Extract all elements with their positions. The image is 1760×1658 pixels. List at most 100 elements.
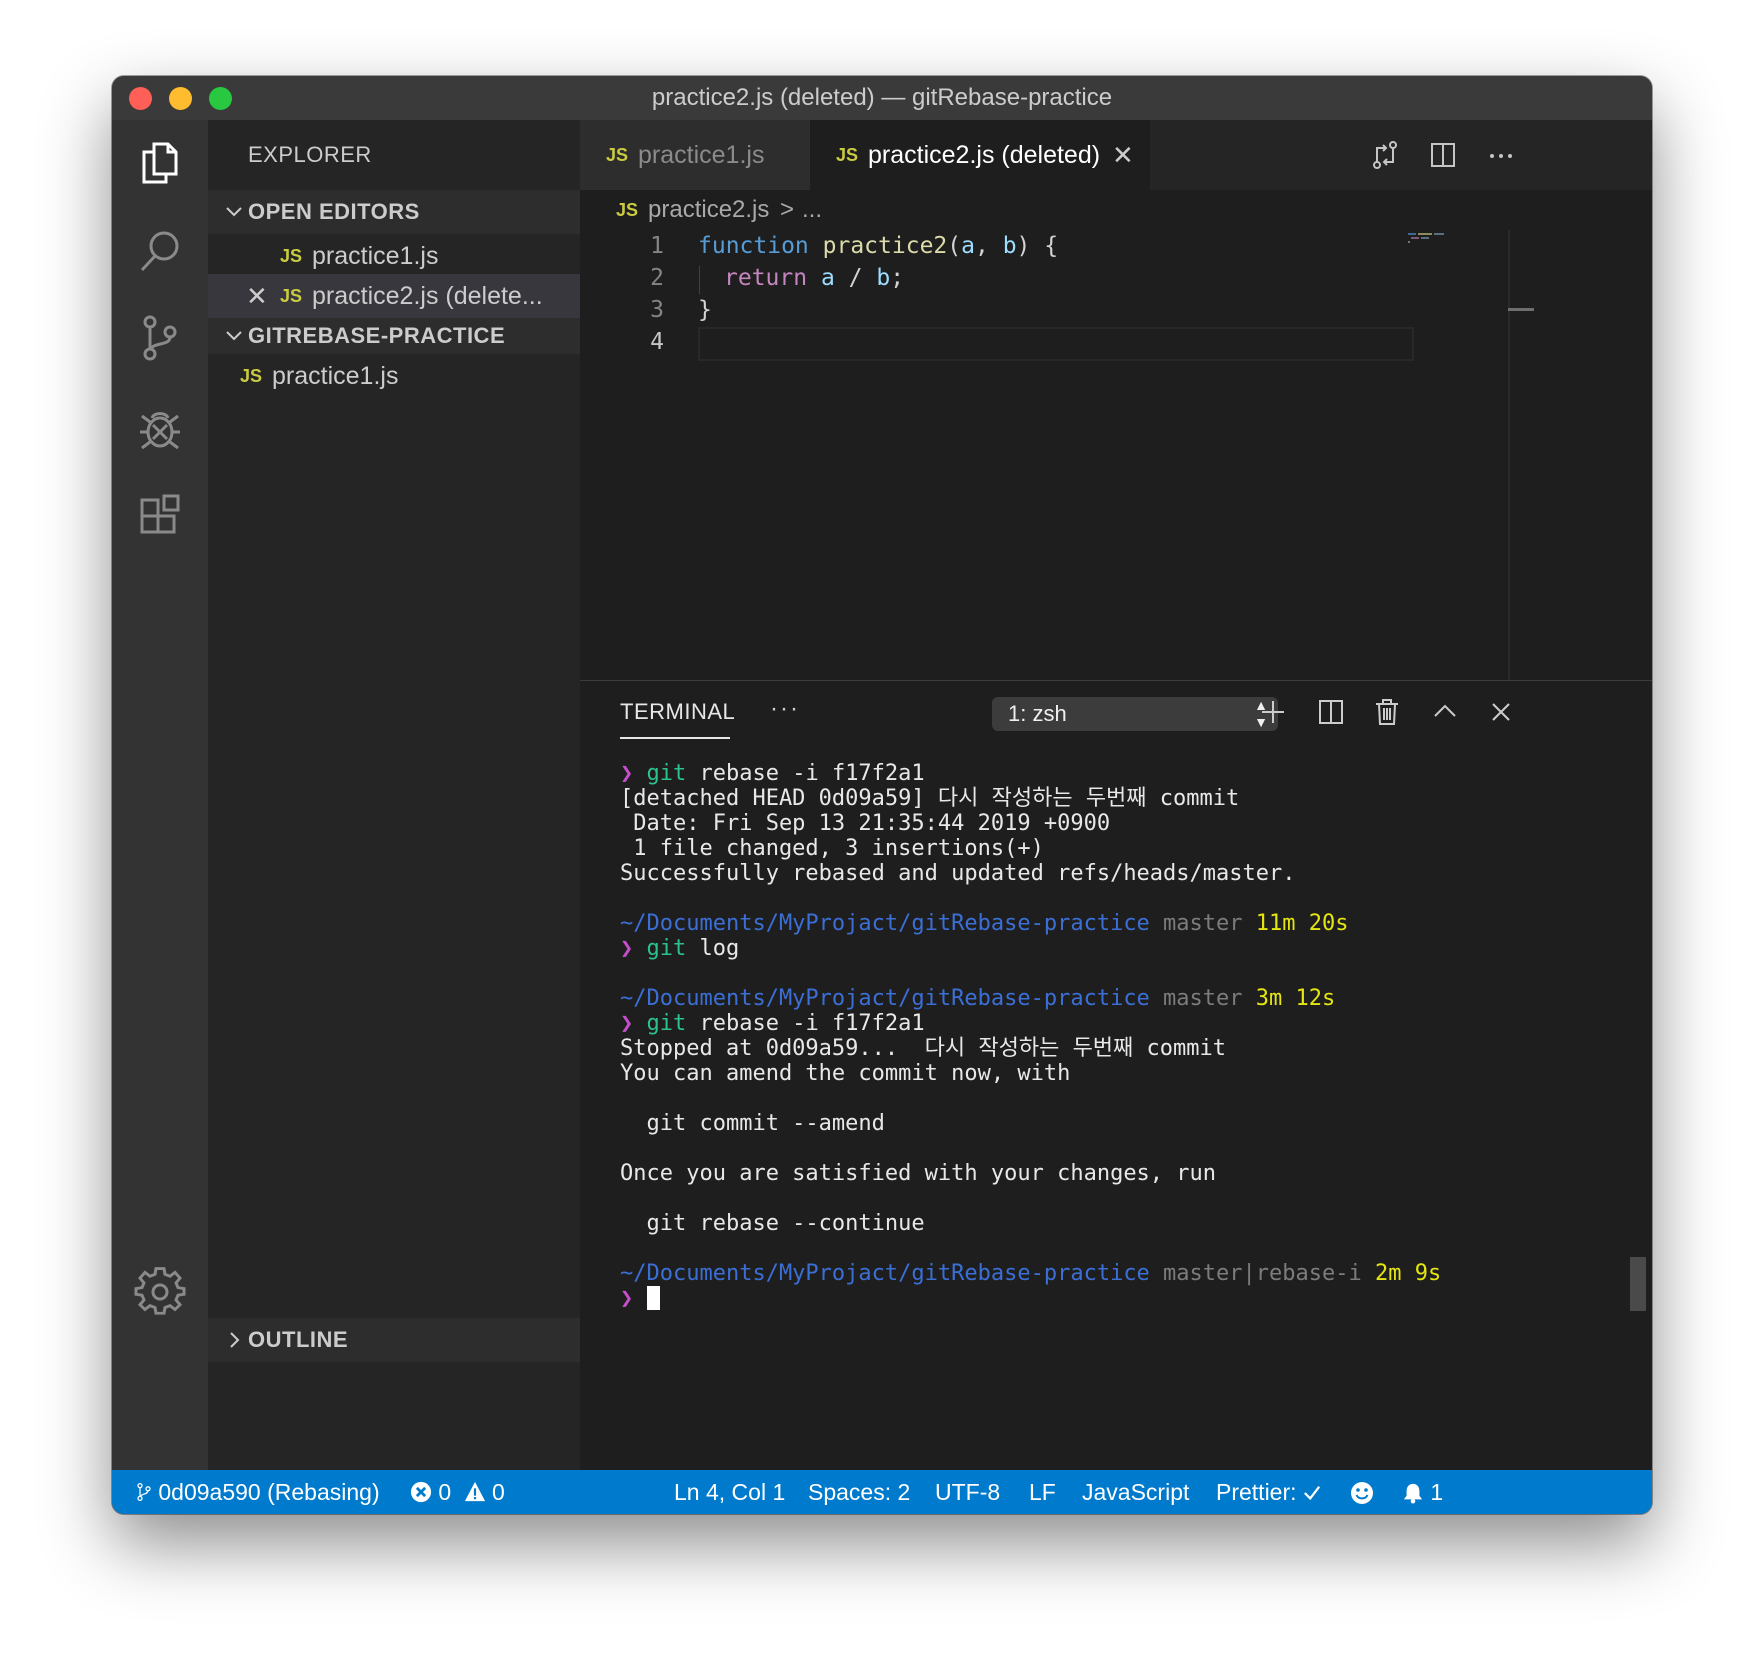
zoom-window-button[interactable]: [209, 87, 232, 110]
tab-practice2[interactable]: JS practice2.js (deleted) ✕: [810, 120, 1150, 190]
line-number: 1: [650, 233, 664, 259]
chevron-down-icon: [226, 207, 242, 217]
terminal-line: ❯ git log: [620, 936, 740, 961]
trash-icon[interactable]: [1370, 695, 1404, 729]
error-count: 0: [438, 1479, 452, 1505]
open-editor-name: practice1.js: [312, 242, 439, 270]
breadcrumb-more[interactable]: ...: [802, 190, 822, 230]
code-line-1: function practice2(a, b) {: [698, 233, 1059, 259]
bell-icon: [1403, 1483, 1423, 1504]
code-line-3: }: [698, 297, 712, 323]
terminal-select[interactable]: 1: zsh ▲ ▼: [992, 697, 1278, 731]
notification-count: 1: [1430, 1479, 1444, 1505]
panel-more-button[interactable]: ···: [770, 681, 800, 743]
warning-count: 0: [491, 1479, 505, 1505]
outline-header[interactable]: OUTLINE: [208, 1318, 580, 1362]
minimap[interactable]: [1408, 232, 1458, 244]
editor-scrollbar[interactable]: [1508, 230, 1510, 680]
close-window-button[interactable]: [129, 87, 152, 110]
debug-icon[interactable]: [132, 400, 188, 456]
plus-icon[interactable]: [1256, 695, 1290, 729]
js-file-icon: JS: [280, 246, 303, 266]
tab-practice1[interactable]: JS practice1.js: [580, 120, 810, 190]
encoding-status[interactable]: UTF-8: [935, 1470, 1000, 1514]
terminal-line: Successfully rebased and updated refs/he…: [620, 861, 1296, 886]
extensions-icon[interactable]: [132, 490, 188, 546]
check-icon: [1303, 1486, 1321, 1501]
title-bar: practice2.js (deleted) — gitRebase-pract…: [112, 76, 1652, 120]
line-number: 3: [650, 297, 664, 323]
git-branch-status[interactable]: 0d09a590 (Rebasing): [136, 1470, 380, 1514]
terminal-panel: TERMINAL ··· 1: zsh ▲ ▼ ❯ git rebase -i …: [580, 680, 1652, 1311]
chevron-down-icon: [226, 331, 242, 341]
tab-close-icon[interactable]: ✕: [1112, 120, 1134, 190]
indentation-status[interactable]: Spaces: 2: [808, 1470, 910, 1514]
split-terminal-icon[interactable]: [1314, 695, 1348, 729]
terminal-line: git commit --amend: [620, 1111, 885, 1136]
line-number: 2: [650, 265, 664, 291]
breadcrumb-file[interactable]: practice2.js: [648, 190, 769, 230]
branch-label: 0d09a590 (Rebasing): [158, 1479, 380, 1505]
terminal-prompt-line: ~/Documents/MyProjact/gitRebase-practice…: [620, 911, 1349, 936]
code-line-2: return a / b;: [724, 265, 905, 291]
terminal-line: [detached HEAD 0d09a59] 다시 작성하는 두번째 comm…: [620, 786, 1240, 811]
indent-guide: [699, 266, 700, 294]
problems-status[interactable]: 0 0: [410, 1470, 505, 1514]
split-editor-icon[interactable]: [1426, 138, 1460, 172]
window-title: practice2.js (deleted) — gitRebase-pract…: [651, 84, 1113, 111]
more-actions-icon[interactable]: [1484, 138, 1518, 172]
terminal-cursor: [646, 1286, 660, 1310]
search-icon[interactable]: [132, 224, 188, 280]
language-mode[interactable]: JavaScript: [1082, 1470, 1189, 1514]
terminal-line: ❯ git rebase -i f17f2a1: [620, 761, 925, 786]
file-item-practice1[interactable]: JS practice1.js: [208, 354, 580, 398]
open-editor-name: practice2.js (delete...: [312, 282, 543, 310]
editor-tabs: JS practice1.js JS practice2.js (deleted…: [580, 120, 1652, 190]
tab-terminal[interactable]: TERMINAL: [620, 681, 735, 743]
code-editor[interactable]: 1 2 3 4 function practice2(a, b) { retur…: [580, 230, 1652, 680]
feedback-smiley-icon[interactable]: [1350, 1470, 1374, 1514]
terminal-line: git rebase --continue: [620, 1211, 925, 1236]
open-editors-label: OPEN EDITORS: [248, 199, 420, 224]
prettier-label: Prettier:: [1216, 1479, 1297, 1505]
chevron-up-icon[interactable]: [1428, 695, 1462, 729]
error-icon: [410, 1481, 432, 1503]
panel-header: TERMINAL ··· 1: zsh ▲ ▼: [580, 681, 1652, 743]
close-icon[interactable]: [1484, 695, 1518, 729]
tab-label: practice1.js: [638, 141, 765, 169]
cursor-position[interactable]: Ln 4, Col 1: [674, 1470, 785, 1514]
eol-status[interactable]: LF: [1029, 1470, 1056, 1514]
open-editor-item-practice1[interactable]: JS practice1.js: [208, 234, 580, 278]
terminal-line: Stopped at 0d09a59... 다시 작성하는 두번째 commit: [620, 1036, 1227, 1061]
scrollbar-thumb[interactable]: [1508, 308, 1534, 311]
file-name: practice1.js: [272, 362, 399, 390]
current-line-highlight: [698, 327, 1414, 361]
warning-icon: [464, 1481, 485, 1502]
minimize-window-button[interactable]: [169, 87, 192, 110]
open-editor-item-practice2[interactable]: ✕ JS practice2.js (delete...: [208, 274, 580, 318]
outline-label: OUTLINE: [248, 1327, 349, 1352]
project-folder-header[interactable]: GITREBASE-PRACTICE: [208, 318, 580, 354]
terminal-line: 1 file changed, 3 insertions(+): [620, 836, 1044, 861]
line-number: 4: [650, 329, 664, 355]
close-icon[interactable]: ✕: [246, 274, 268, 318]
terminal-line: Once you are satisfied with your changes…: [620, 1161, 1217, 1186]
terminal-input-line: ❯: [620, 1286, 660, 1311]
terminal-line: You can amend the commit now, with: [620, 1061, 1071, 1086]
js-file-icon: JS: [240, 366, 263, 386]
settings-gear-icon[interactable]: [132, 1264, 188, 1320]
active-tab-indicator: [620, 737, 730, 739]
terminal-prompt-line: ~/Documents/MyProjact/gitRebase-practice…: [620, 986, 1336, 1011]
terminal-select-value: 1: zsh: [1008, 701, 1067, 726]
notifications-status[interactable]: 1: [1402, 1470, 1443, 1514]
terminal-output[interactable]: ❯ git rebase -i f17f2a1 [detached HEAD 0…: [620, 761, 1640, 1311]
terminal-line: ❯ git rebase -i f17f2a1: [620, 1011, 925, 1036]
explorer-icon[interactable]: [132, 134, 188, 190]
prettier-status[interactable]: Prettier:: [1216, 1470, 1321, 1514]
open-editors-header[interactable]: OPEN EDITORS: [208, 190, 580, 234]
terminal-prompt-line: ~/Documents/MyProjact/gitRebase-practice…: [620, 1261, 1442, 1286]
terminal-scrollbar[interactable]: [1630, 1257, 1646, 1311]
open-changes-icon[interactable]: [1368, 138, 1402, 172]
js-file-icon: JS: [280, 286, 303, 306]
source-control-icon[interactable]: [132, 310, 188, 366]
